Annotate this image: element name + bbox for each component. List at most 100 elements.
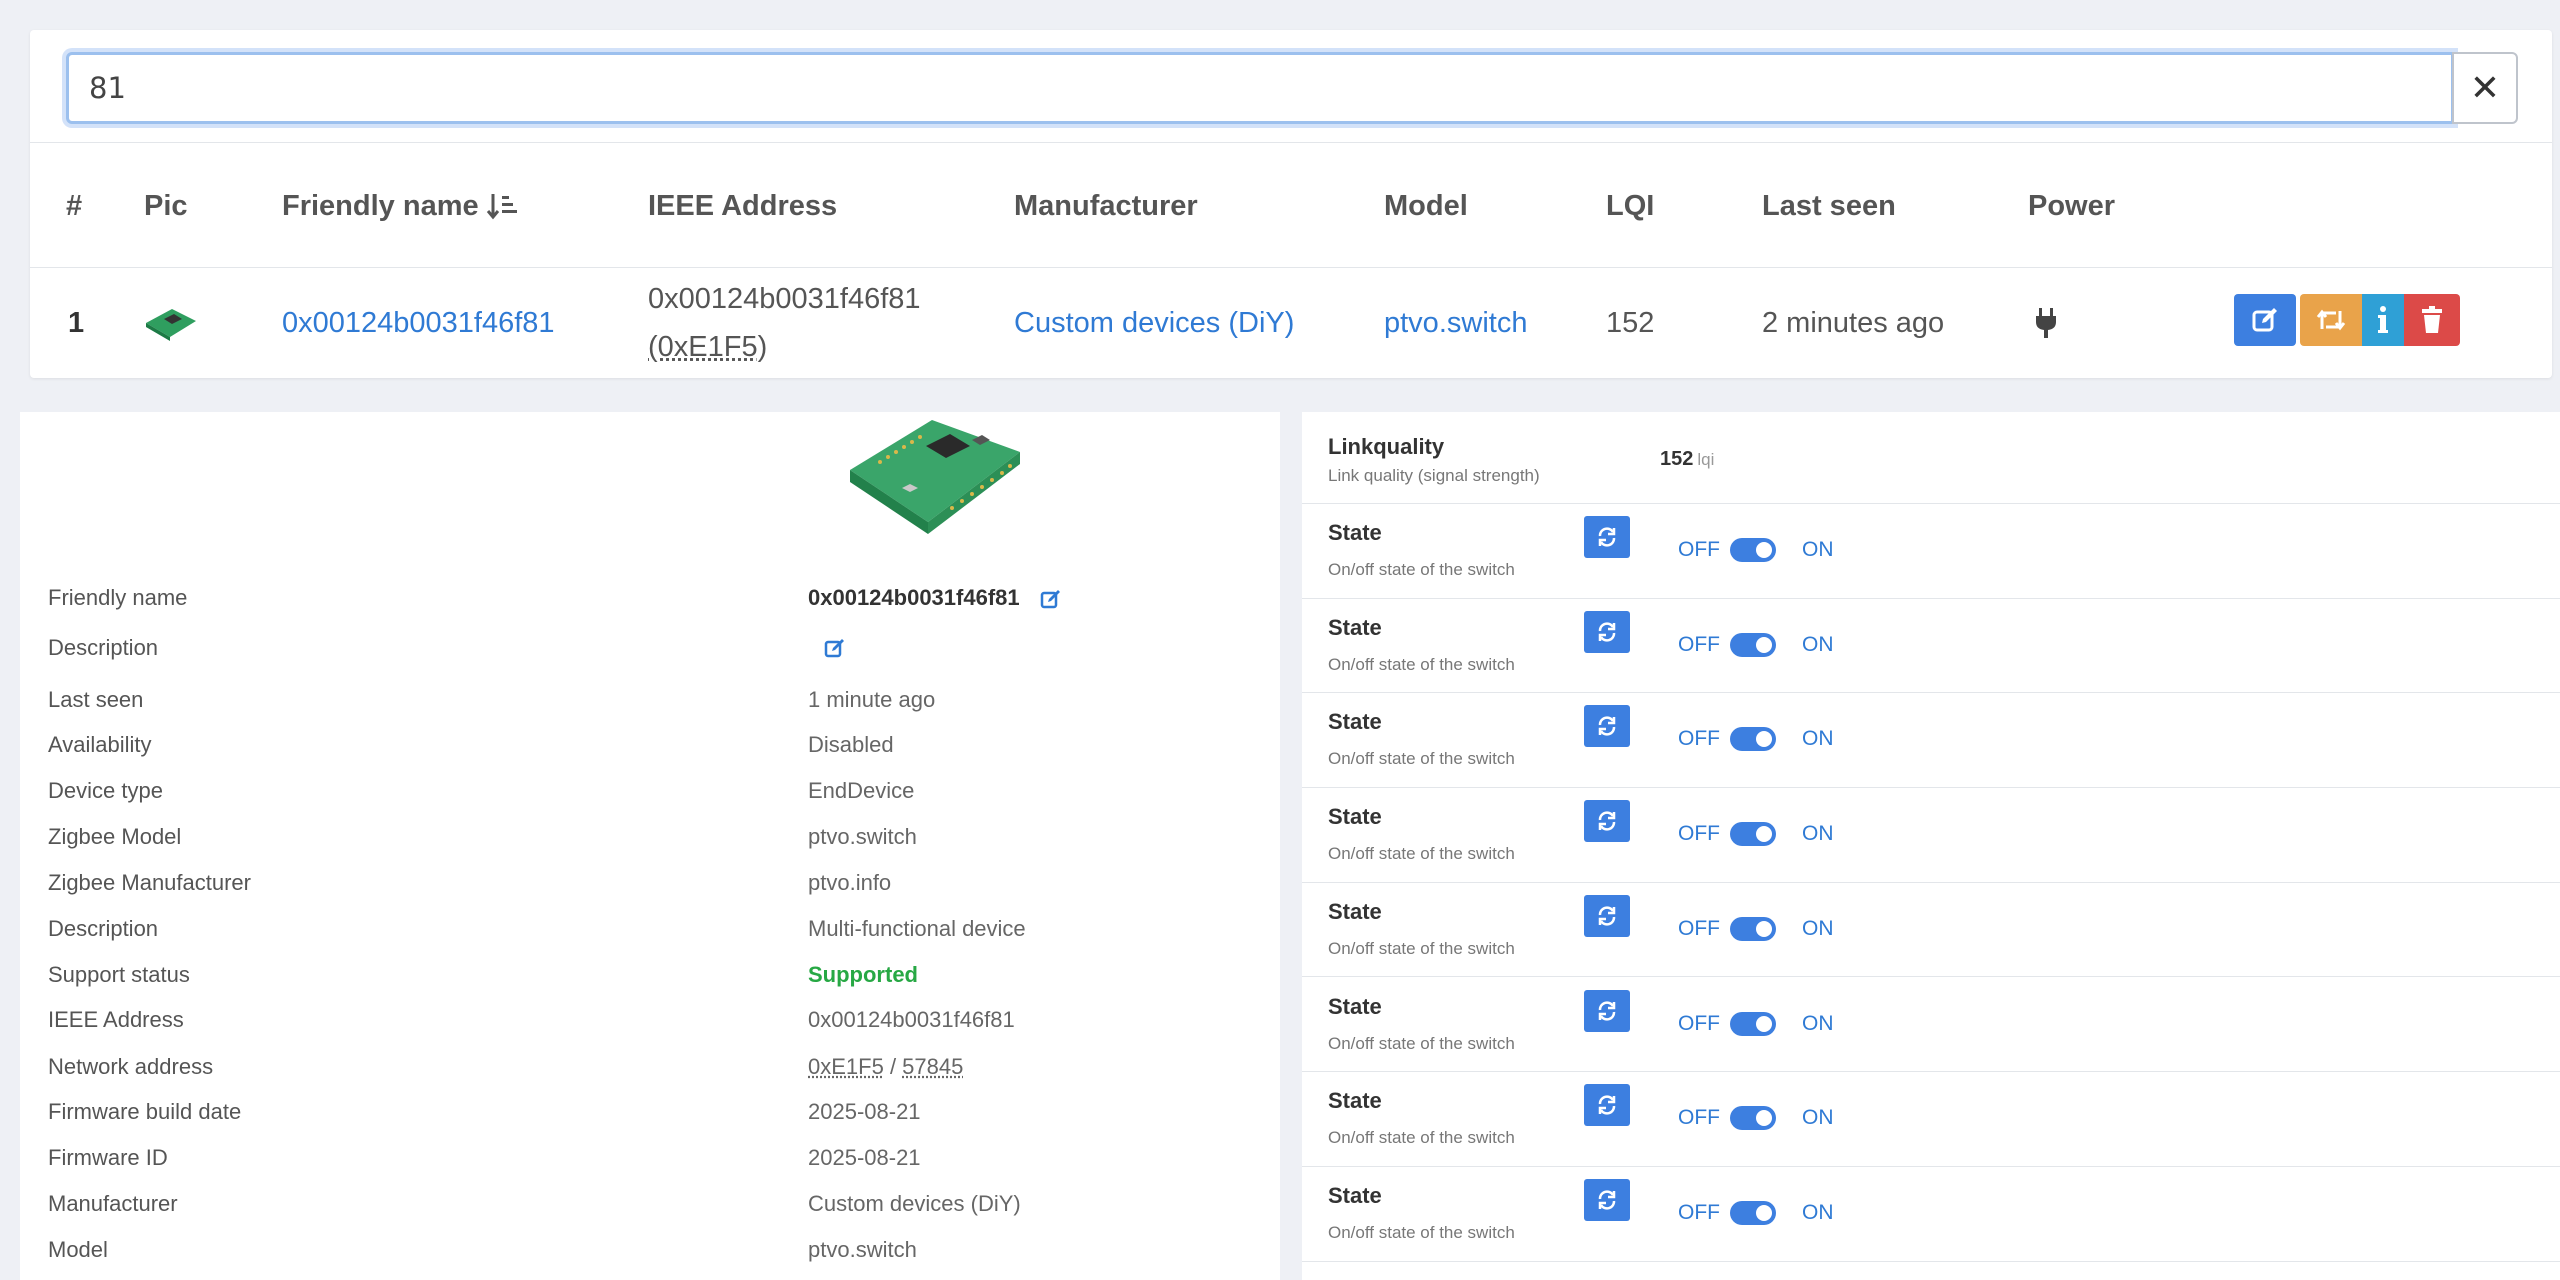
- refresh-state-button[interactable]: [1584, 800, 1630, 843]
- edit-icon: [824, 639, 844, 658]
- device-exposes-card: Linkquality Link quality (signal strengt…: [1302, 412, 2560, 1280]
- state-toggle[interactable]: [1730, 822, 1776, 847]
- search-bar: ✕: [66, 52, 2544, 124]
- state-off-label[interactable]: OFF: [1678, 822, 1720, 846]
- state-subtitle: On/off state of the switch: [1328, 844, 1515, 864]
- refresh-state-button[interactable]: [1584, 1178, 1630, 1221]
- refresh-icon: [1598, 811, 1616, 831]
- state-row: State On/off state of the switch OFF ON: [1302, 1167, 2560, 1262]
- friendly-name-text: 0x00124b0031f46f81: [808, 585, 1020, 610]
- state-off-label[interactable]: OFF: [1678, 1012, 1720, 1036]
- ieee-address-value: 0x00124b0031f46f81: [808, 1007, 1015, 1032]
- column-header-power[interactable]: Power: [2028, 143, 2115, 269]
- state-off-label[interactable]: OFF: [1678, 1201, 1720, 1225]
- state-toggle[interactable]: [1730, 1200, 1776, 1225]
- state-toggle[interactable]: [1730, 538, 1776, 562]
- state-off-label[interactable]: OFF: [1678, 633, 1720, 657]
- refresh-icon: [1598, 716, 1616, 736]
- network-address-label: Network address: [48, 1054, 214, 1079]
- zigbee-manufacturer-value: ptvo.info: [808, 870, 892, 895]
- manufacturer-label: Manufacturer: [48, 1191, 178, 1216]
- column-header-pic[interactable]: Pic: [144, 143, 188, 269]
- device-type-label: Device type: [48, 778, 163, 803]
- state-subtitle: On/off state of the switch: [1328, 1128, 1515, 1148]
- state-on-label[interactable]: ON: [1802, 538, 1834, 562]
- state-off-label[interactable]: OFF: [1678, 727, 1720, 751]
- state-toggle[interactable]: [1730, 632, 1776, 657]
- refresh-icon: [1598, 1190, 1616, 1210]
- state-on-label[interactable]: ON: [1802, 1201, 1834, 1225]
- state-on-label[interactable]: ON: [1802, 917, 1834, 941]
- manufacturer-link[interactable]: Custom devices (DiY): [808, 1191, 1021, 1217]
- device-type-value: EndDevice: [808, 778, 915, 803]
- search-input[interactable]: [66, 52, 2454, 124]
- state-on-label[interactable]: ON: [1802, 1012, 1834, 1036]
- refresh-state-button[interactable]: [1584, 610, 1630, 653]
- reconfigure-device-button[interactable]: [2300, 294, 2362, 346]
- row-actions: [2234, 294, 2460, 346]
- description-edit-label: Description: [48, 635, 159, 660]
- state-off-label[interactable]: OFF: [1678, 1106, 1720, 1130]
- column-header-ieee-address[interactable]: IEEE Address: [648, 143, 837, 269]
- last-seen-label: Last seen: [48, 687, 144, 712]
- state-title: State: [1328, 993, 1382, 1019]
- refresh-icon: [1598, 527, 1616, 547]
- state-off-label[interactable]: OFF: [1678, 538, 1720, 562]
- state-row: State On/off state of the switch OFF ON: [1302, 504, 2560, 599]
- state-toggle[interactable]: [1730, 1011, 1776, 1036]
- column-header-manufacturer[interactable]: Manufacturer: [1014, 143, 1198, 269]
- column-header-friendly-name[interactable]: Friendly name: [282, 143, 519, 269]
- edit-icon[interactable]: [1040, 588, 1062, 610]
- refresh-state-button[interactable]: [1584, 1084, 1630, 1127]
- refresh-state-button[interactable]: [1584, 705, 1630, 748]
- description-value: Multi-functional device: [808, 916, 1026, 941]
- column-header-index[interactable]: #: [66, 143, 82, 269]
- remove-device-button[interactable]: [2404, 294, 2460, 346]
- network-address-dec: 57845: [902, 1054, 964, 1079]
- linkquality-subtitle: Link quality (signal strength): [1328, 466, 1540, 485]
- device-thumbnail[interactable]: [142, 268, 198, 378]
- firmware-id-label: Firmware ID: [48, 1145, 168, 1170]
- column-header-lqi[interactable]: LQI: [1606, 143, 1654, 269]
- state-row: State On/off state of the switch OFF ON: [1302, 1072, 2560, 1167]
- linkquality-title: Linkquality: [1328, 434, 1445, 459]
- state-on-label[interactable]: ON: [1802, 1106, 1834, 1130]
- state-on-label[interactable]: ON: [1802, 633, 1834, 657]
- state-off-label[interactable]: OFF: [1678, 917, 1720, 941]
- state-toggle[interactable]: [1730, 916, 1776, 941]
- state-subtitle: On/off state of the switch: [1328, 654, 1515, 674]
- state-toggle[interactable]: [1730, 1106, 1776, 1131]
- device-manufacturer-link[interactable]: Custom devices (DiY): [1014, 268, 1294, 378]
- state-on-label[interactable]: ON: [1802, 727, 1834, 751]
- state-title: State: [1328, 709, 1382, 735]
- device-ieee-cell: 0x00124b0031f46f81 (0xE1F5): [648, 268, 921, 378]
- column-header-friendly-name-label: Friendly name: [282, 189, 479, 222]
- state-row: State On/off state of the switch OFF ON: [1302, 693, 2560, 789]
- device-friendly-name-link[interactable]: 0x00124b0031f46f81: [282, 268, 555, 378]
- state-toggle[interactable]: [1730, 727, 1776, 752]
- plug-icon: [2036, 308, 2056, 338]
- availability-link[interactable]: Disabled: [808, 732, 894, 758]
- linkquality-value: 152 lqi: [1660, 448, 1714, 471]
- clear-search-button[interactable]: ✕: [2452, 52, 2518, 124]
- availability-label: Availability: [48, 732, 152, 757]
- state-on-label[interactable]: ON: [1802, 822, 1834, 846]
- refresh-state-button[interactable]: [1584, 516, 1630, 558]
- state-title: State: [1328, 1088, 1382, 1114]
- devices-table-card: ✕ # Pic Friendly name IEEE Address Manuf…: [30, 30, 2552, 378]
- refresh-state-button[interactable]: [1584, 894, 1630, 937]
- retweet-icon: [2316, 309, 2346, 331]
- state-row: State On/off state of the switch OFF ON: [1302, 978, 2560, 1073]
- state-subtitle: On/off state of the switch: [1328, 560, 1515, 579]
- column-header-model[interactable]: Model: [1384, 143, 1468, 269]
- column-header-last-seen[interactable]: Last seen: [1762, 143, 1896, 269]
- description-edit-button[interactable]: [824, 637, 846, 665]
- device-lqi: 152: [1606, 306, 1655, 339]
- sort-ascending-icon: [486, 194, 517, 220]
- device-model-link[interactable]: ptvo.switch: [1384, 268, 1527, 378]
- device-info-button[interactable]: [2362, 294, 2404, 346]
- rename-device-button[interactable]: [2234, 294, 2296, 346]
- model-link[interactable]: ptvo.switch: [808, 1237, 917, 1263]
- refresh-state-button[interactable]: [1584, 989, 1630, 1032]
- firmware-build-date-label: Firmware build date: [48, 1099, 242, 1124]
